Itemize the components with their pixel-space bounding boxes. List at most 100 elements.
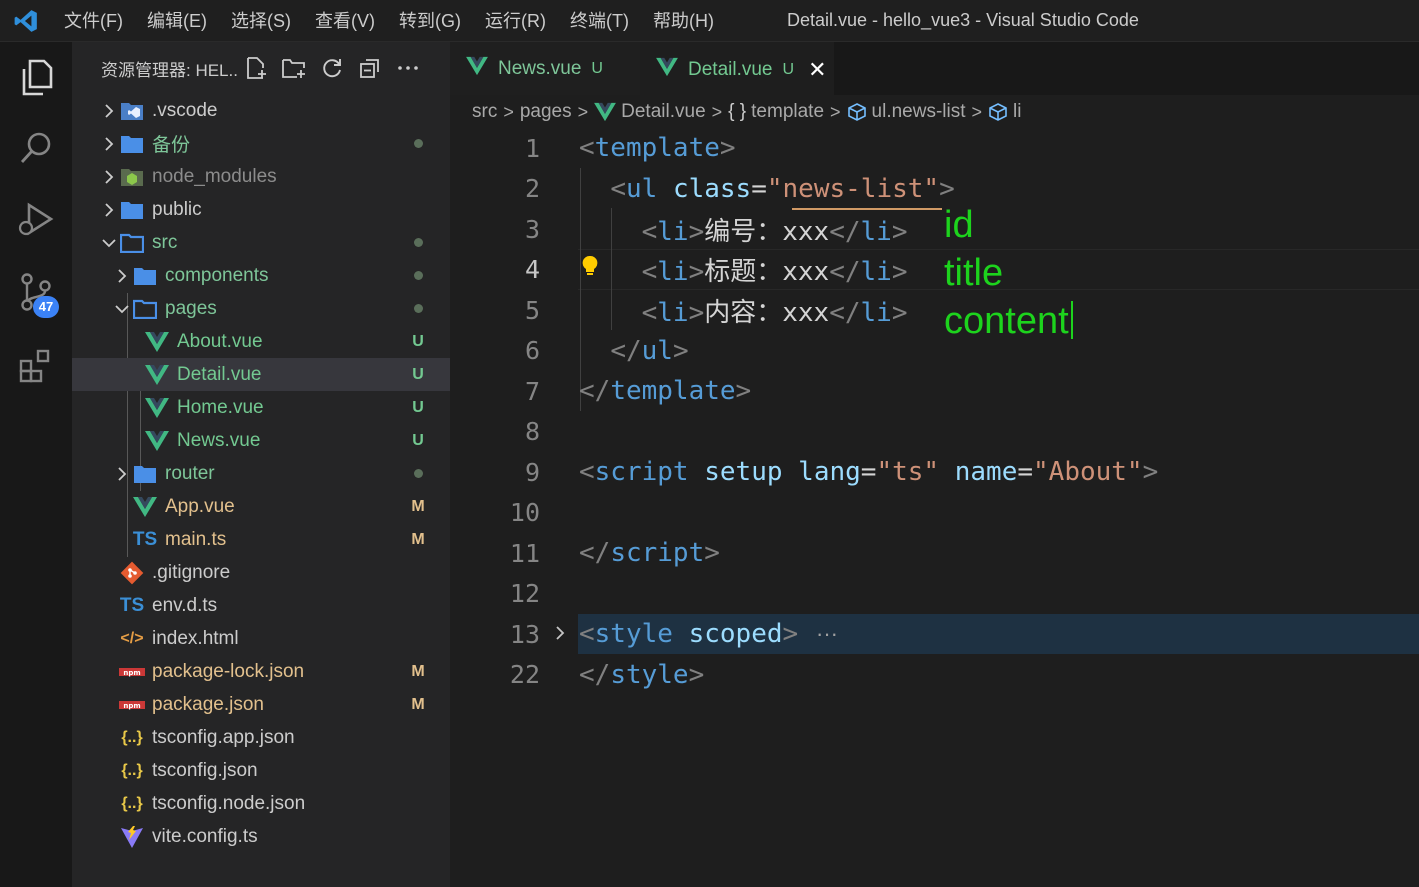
title-bar: 文件(F) 编辑(E) 选择(S) 查看(V) 转到(G) 运行(R) 终端(T… — [0, 0, 1419, 42]
annotation-title: title — [944, 252, 1004, 294]
menu-file[interactable]: 文件(F) — [52, 0, 135, 42]
tree-item-node-modules[interactable]: node_modules — [72, 160, 450, 193]
menu-edit[interactable]: 编辑(E) — [135, 0, 219, 42]
folder-icon — [132, 462, 158, 486]
tree-item-package-json[interactable]: npm package.json M — [72, 688, 450, 721]
tree-item-label: main.ts — [165, 528, 227, 550]
node-folder-icon — [119, 165, 145, 189]
explorer-title: 资源管理器: HEL... — [101, 60, 237, 80]
fold-ellipsis[interactable]: ··· — [816, 621, 838, 647]
code-text: <script setup lang="ts" name="About"> — [579, 457, 1159, 488]
code-text: <ul class="news-list"> — [610, 173, 955, 204]
chevron-right-icon: > — [577, 101, 589, 122]
tree-item-components[interactable]: components — [72, 259, 450, 292]
collapse-all-icon[interactable] — [351, 51, 389, 85]
chevron-right-icon — [99, 167, 119, 187]
status-dot — [414, 304, 423, 313]
vue-icon — [132, 495, 158, 519]
menu-run[interactable]: 运行(R) — [473, 0, 558, 42]
tree-item-index-html[interactable]: </> index.html — [72, 622, 450, 655]
git-status: U — [412, 332, 424, 350]
tree-item-label: package.json — [152, 693, 264, 715]
code-line: 3 <li>编号：xxx</li> — [450, 209, 1419, 250]
breadcrumb-item[interactable]: template — [751, 101, 824, 123]
tab-git-status: U — [782, 60, 795, 78]
menu-help[interactable]: 帮助(H) — [641, 0, 726, 42]
fold-chevron-right-icon[interactable] — [554, 624, 566, 647]
code-line: 11 </script> — [450, 533, 1419, 574]
extensions-icon[interactable] — [14, 344, 58, 388]
search-icon[interactable] — [14, 126, 58, 170]
folder-icon — [119, 198, 145, 222]
breadcrumb-item[interactable]: li — [1013, 101, 1021, 123]
tree-item-label: node_modules — [152, 165, 277, 187]
tree-item-pages[interactable]: pages — [72, 292, 450, 325]
tree-item-backup[interactable]: 备份 — [72, 127, 450, 160]
menu-go[interactable]: 转到(G) — [387, 0, 473, 42]
tree-item-tsconfig-json[interactable]: {..} tsconfig.json — [72, 754, 450, 787]
vue-icon — [144, 330, 170, 354]
tab-label: Detail.vue — [688, 58, 773, 80]
line-number: 8 — [524, 417, 540, 447]
code-editor[interactable]: 1 <template> 2 <ul class="news-list"> 3 … — [450, 128, 1419, 887]
breadcrumb-item[interactable]: Detail.vue — [621, 101, 706, 123]
tree-item-about-vue[interactable]: About.vue U — [72, 325, 450, 358]
tree-item-main-ts[interactable]: TS main.ts M — [72, 523, 450, 556]
tab-detail-vue[interactable]: Detail.vue U ✕ — [640, 42, 834, 95]
menu-selection[interactable]: 选择(S) — [219, 0, 303, 42]
explorer-header: 资源管理器: HEL... — [72, 42, 450, 94]
tree-item-tsconfig-node-json[interactable]: {..} tsconfig.node.json — [72, 787, 450, 820]
tree-item-src[interactable]: src — [72, 226, 450, 259]
tree-item-detail-vue[interactable]: Detail.vue U — [72, 358, 450, 391]
tree-item-vscode[interactable]: .vscode — [72, 94, 450, 127]
tree-item-label: .gitignore — [152, 561, 231, 583]
run-debug-icon[interactable] — [14, 198, 58, 242]
breadcrumb-item[interactable]: src — [472, 101, 497, 123]
annotation-id: id — [944, 204, 974, 246]
tree-item-env-d-ts[interactable]: TS env.d.ts — [72, 589, 450, 622]
line-number: 12 — [509, 579, 540, 609]
tree-item-label: vite.config.ts — [152, 825, 258, 847]
menu-terminal[interactable]: 终端(T) — [558, 0, 641, 42]
tree-item-package-lock-json[interactable]: npm package-lock.json M — [72, 655, 450, 688]
new-folder-icon[interactable] — [275, 51, 313, 85]
breadcrumb-item[interactable]: pages — [520, 101, 572, 123]
npm-icon: npm — [119, 693, 145, 717]
tree-item-news-vue[interactable]: News.vue U — [72, 424, 450, 457]
breadcrumb: src > pages > Detail.vue > { } template … — [472, 96, 1021, 128]
code-text: </template> — [579, 376, 752, 407]
text-cursor — [1070, 301, 1073, 339]
tree-item-label: Detail.vue — [177, 363, 262, 385]
svg-text:npm: npm — [123, 702, 140, 710]
line-number: 4 — [524, 255, 540, 285]
menu-view[interactable]: 查看(V) — [303, 0, 387, 42]
code-text: </style> — [579, 659, 705, 690]
tree-item-label: package-lock.json — [152, 660, 305, 682]
tree-item-label: index.html — [152, 627, 239, 649]
annotation-content-wrap: content — [944, 300, 1073, 343]
tree-item-app-vue[interactable]: App.vue M — [72, 490, 450, 523]
tree-item-vite-config-ts[interactable]: vite.config.ts — [72, 820, 450, 853]
more-actions-icon[interactable] — [389, 51, 427, 85]
scm-badge: 47 — [33, 296, 59, 318]
folder-icon — [119, 132, 145, 156]
tree-item-router[interactable]: router — [72, 457, 450, 490]
tree-item-public[interactable]: public — [72, 193, 450, 226]
status-dot — [414, 139, 423, 148]
tree-item-label: About.vue — [177, 330, 263, 352]
new-file-icon[interactable] — [237, 51, 275, 85]
close-icon[interactable]: ✕ — [808, 57, 826, 83]
tree-item-label: .vscode — [152, 99, 218, 121]
breadcrumb-item[interactable]: ul.news-list — [872, 101, 966, 123]
tree-item-gitignore[interactable]: .gitignore — [72, 556, 450, 589]
tree-item-home-vue[interactable]: Home.vue U — [72, 391, 450, 424]
chevron-right-icon — [112, 266, 132, 286]
explorer-icon[interactable] — [14, 56, 58, 100]
annotation-content: content — [944, 300, 1069, 342]
line-number: 9 — [524, 457, 540, 487]
code-text: </ul> — [610, 335, 689, 366]
cube-icon — [847, 102, 867, 122]
tab-news-vue[interactable]: News.vue U — [450, 42, 640, 95]
tree-item-tsconfig-app-json[interactable]: {..} tsconfig.app.json — [72, 721, 450, 754]
refresh-icon[interactable] — [313, 51, 351, 85]
